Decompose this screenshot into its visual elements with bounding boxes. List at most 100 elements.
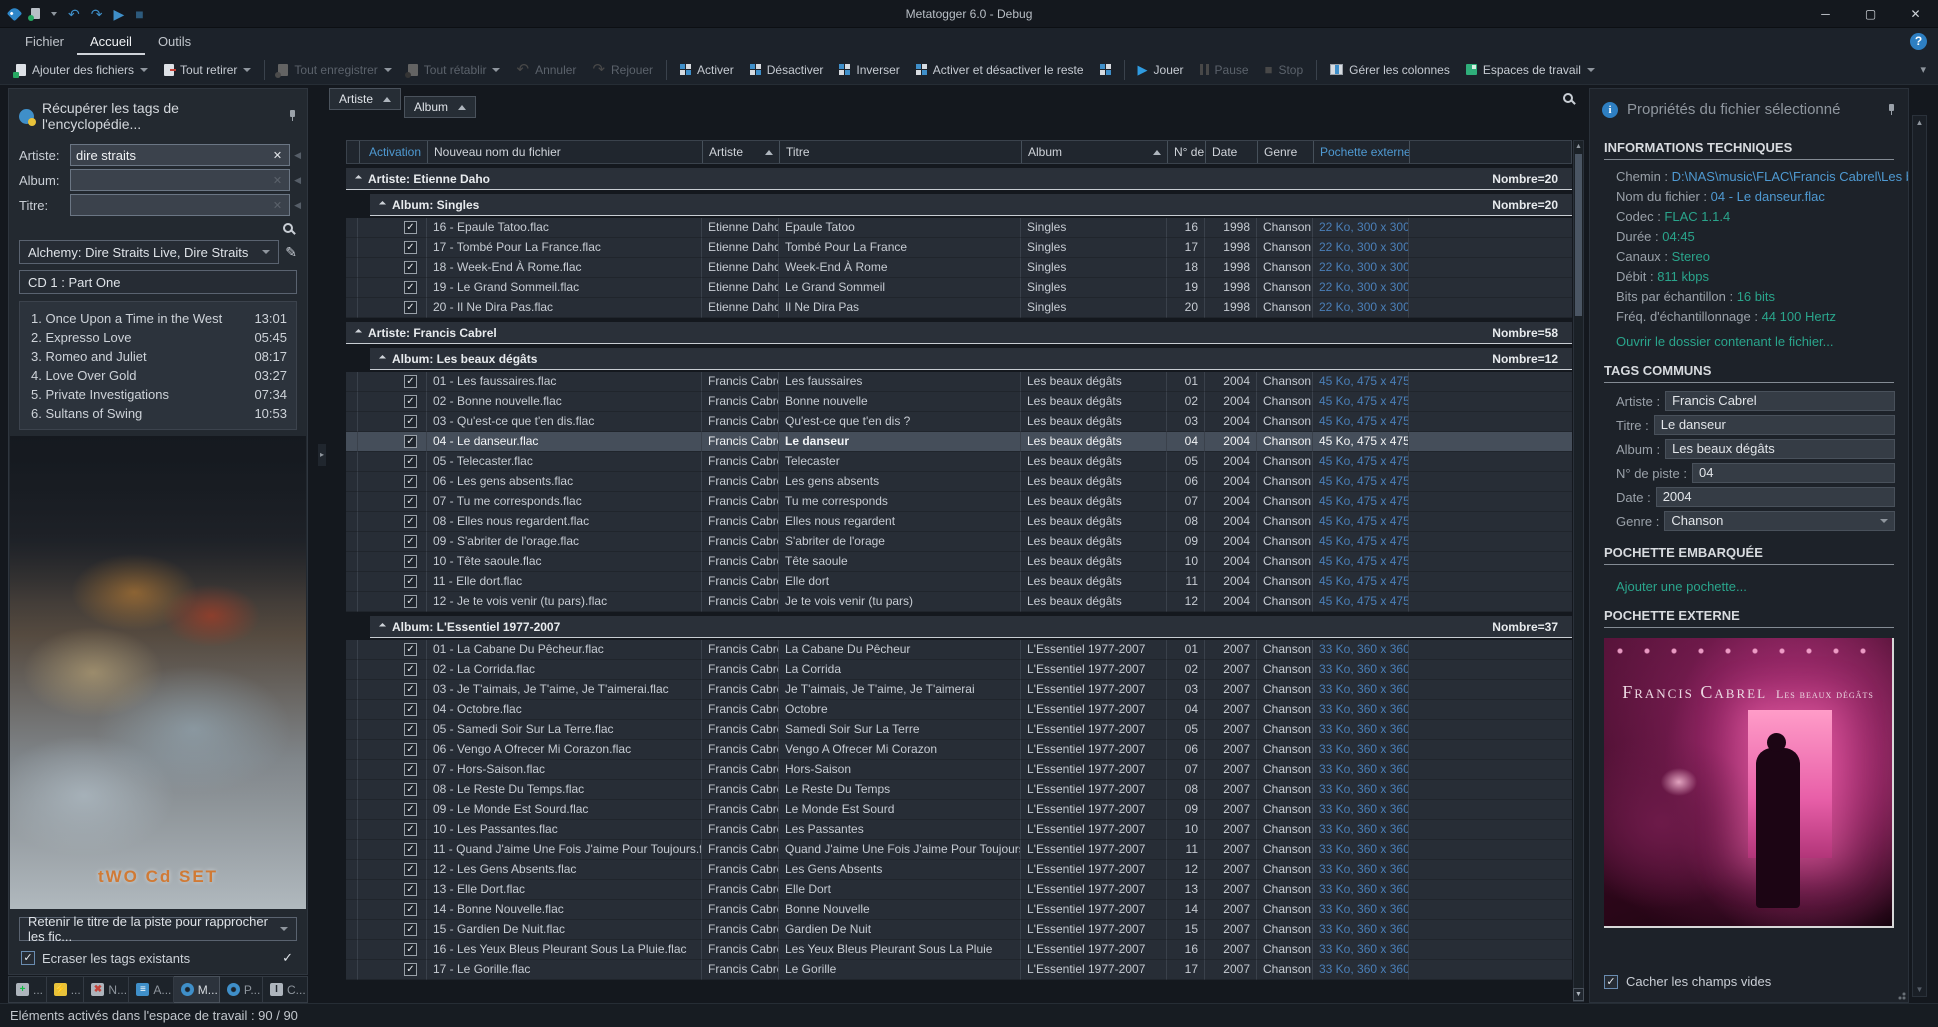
table-row[interactable]: ✓08 - Le Reste Du Temps.flacFrancis Cabr… — [346, 780, 1572, 800]
clear-field-icon[interactable]: ✕ — [271, 199, 284, 212]
collapse-field-icon[interactable]: ◀ — [290, 175, 303, 186]
table-row[interactable]: ✓09 - S'abriter de l'orage.flacFrancis C… — [346, 532, 1572, 552]
tool-tab-a[interactable]: ≡A... — [129, 976, 173, 1003]
scroll-up-icon[interactable]: ▲ — [1913, 118, 1926, 127]
toolbar-button-activer[interactable]: Activer — [672, 59, 742, 81]
tool-tab-[interactable]: ⚡... — [47, 976, 85, 1003]
pin-icon[interactable] — [1886, 104, 1896, 116]
row-checkbox[interactable]: ✓ — [404, 663, 417, 676]
titre-input[interactable]: Le danseur — [1654, 415, 1895, 435]
group-row-album-les-beaux-degats[interactable]: Album: Les beaux dégâtsNombre=12 — [370, 348, 1572, 370]
toolbar-button-gerer-les-colonnes[interactable]: Gérer les colonnes — [1322, 59, 1458, 81]
row-checkbox[interactable]: ✓ — [404, 963, 417, 976]
quick-stop-icon[interactable]: ■ — [135, 7, 143, 21]
quick-play-icon[interactable]: ▶ — [113, 7, 124, 21]
table-row[interactable]: ✓11 - Quand J'aime Une Fois J'aime Pour … — [346, 840, 1572, 860]
table-row[interactable]: ✓07 - Hors-Saison.flacFrancis CabrelHors… — [346, 760, 1572, 780]
row-checkbox[interactable]: ✓ — [404, 261, 417, 274]
row-checkbox[interactable]: ✓ — [404, 415, 417, 428]
scrollbar-thumb[interactable] — [1575, 154, 1582, 316]
row-checkbox[interactable]: ✓ — [404, 863, 417, 876]
table-row[interactable]: ✓02 - Bonne nouvelle.flacFrancis CabrelB… — [346, 392, 1572, 412]
edit-release-icon[interactable]: ✎ — [285, 244, 297, 261]
toolbar-button-espaces-de-travail[interactable]: Espaces de travail — [1458, 59, 1603, 81]
table-row[interactable]: ✓15 - Gardien De Nuit.flacFrancis Cabrel… — [346, 920, 1572, 940]
column-header-artiste[interactable]: Artiste — [703, 141, 780, 163]
panel-splitter-handle[interactable]: ▸ — [318, 444, 326, 466]
table-row[interactable]: ✓03 - Je T'aimais, Je T'aime, Je T'aimer… — [346, 680, 1572, 700]
row-checkbox[interactable]: ✓ — [404, 843, 417, 856]
track-item[interactable]: 6. Sultans of Swing10:53 — [31, 404, 287, 423]
table-row[interactable]: ✓01 - La Cabane Du Pêcheur.flacFrancis C… — [346, 640, 1572, 660]
table-row[interactable]: ✓09 - Le Monde Est Sourd.flacFrancis Cab… — [346, 800, 1572, 820]
group-row-album-singles[interactable]: Album: SinglesNombre=20 — [370, 194, 1572, 216]
column-header-activation[interactable]: Activation — [359, 141, 428, 163]
toolbar-grid-button[interactable] — [1092, 60, 1119, 79]
column-header-date[interactable]: Date — [1206, 141, 1258, 163]
collapse-field-icon[interactable]: ◀ — [290, 200, 303, 211]
track-item[interactable]: 4. Love Over Gold03:27 — [31, 366, 287, 385]
genre-input[interactable]: Chanson — [1664, 511, 1895, 531]
row-checkbox[interactable]: ✓ — [404, 823, 417, 836]
table-row[interactable]: ✓05 - Telecaster.flacFrancis CabrelTelec… — [346, 452, 1572, 472]
close-button[interactable]: ✕ — [1893, 0, 1938, 28]
toolbar-button-jouer[interactable]: Jouer — [1130, 59, 1192, 81]
table-row[interactable]: ✓13 - Elle Dort.flacFrancis CabrelElle D… — [346, 880, 1572, 900]
maximize-button[interactable]: ▢ — [1848, 0, 1893, 28]
table-row[interactable]: ✓12 - Les Gens Absents.flacFrancis Cabre… — [346, 860, 1572, 880]
table-row[interactable]: ✓16 - Epaule Tatoo.flacEtienne DahoEpaul… — [346, 218, 1572, 238]
tool-tab-m[interactable]: M... — [174, 976, 220, 1003]
row-checkbox[interactable]: ✓ — [404, 743, 417, 756]
menu-item-fichier[interactable]: Fichier — [12, 29, 77, 55]
apply-check-icon[interactable]: ✓ — [282, 950, 293, 966]
toolbar-button-ajouter-des-fichiers[interactable]: Ajouter des fichiers — [8, 59, 156, 81]
row-checkbox[interactable]: ✓ — [404, 883, 417, 896]
row-checkbox[interactable]: ✓ — [404, 301, 417, 314]
row-checkbox[interactable]: ✓ — [404, 475, 417, 488]
row-checkbox[interactable]: ✓ — [404, 803, 417, 816]
quick-save-icon[interactable] — [31, 8, 40, 19]
minimize-button[interactable]: ─ — [1803, 0, 1848, 28]
tool-tab-n[interactable]: ✖N... — [84, 976, 129, 1003]
collapse-ribbon-icon[interactable]: ▾ — [1920, 63, 1930, 76]
artiste-input[interactable]: Francis Cabrel — [1665, 391, 1895, 411]
table-row[interactable]: ✓19 - Le Grand Sommeil.flacEtienne DahoL… — [346, 278, 1572, 298]
row-checkbox[interactable]: ✓ — [404, 943, 417, 956]
artiste-input[interactable]: dire straits✕ — [70, 144, 290, 166]
table-row[interactable]: ✓02 - La Corrida.flacFrancis CabrelLa Co… — [346, 660, 1572, 680]
table-row[interactable]: ✓10 - Les Passantes.flacFrancis CabrelLe… — [346, 820, 1572, 840]
table-row[interactable]: ✓06 - Vengo A Ofrecer Mi Corazon.flacFra… — [346, 740, 1572, 760]
table-row[interactable]: ✓03 - Qu'est-ce que t'en dis.flacFrancis… — [346, 412, 1572, 432]
column-header-n-de-piste[interactable]: N° de piste — [1168, 141, 1206, 163]
resize-grip[interactable] — [1896, 990, 1906, 1000]
row-checkbox[interactable]: ✓ — [404, 395, 417, 408]
row-checkbox[interactable]: ✓ — [404, 763, 417, 776]
row-checkbox[interactable]: ✓ — [404, 515, 417, 528]
table-row[interactable]: ✓14 - Bonne Nouvelle.flacFrancis CabrelB… — [346, 900, 1572, 920]
column-header-titre[interactable]: Titre — [780, 141, 1022, 163]
tool-tab-p[interactable]: P... — [220, 976, 263, 1003]
properties-scrollbar[interactable]: ▲ ▼ — [1912, 115, 1927, 997]
row-checkbox[interactable]: ✓ — [404, 923, 417, 936]
track-item[interactable]: 3. Romeo and Juliet08:17 — [31, 347, 287, 366]
table-row[interactable]: ✓06 - Les gens absents.flacFrancis Cabre… — [346, 472, 1572, 492]
toolbar-button-activer-et-desactiver-le-reste[interactable]: Activer et désactiver le reste — [908, 59, 1092, 81]
table-row[interactable]: ✓07 - Tu me corresponds.flacFrancis Cabr… — [346, 492, 1572, 512]
scroll-down-icon[interactable]: ▼ — [1913, 985, 1926, 994]
table-row[interactable]: ✓04 - Octobre.flacFrancis CabrelOctobreL… — [346, 700, 1572, 720]
menu-item-outils[interactable]: Outils — [145, 29, 204, 55]
disc-header[interactable]: CD 1 : Part One — [19, 270, 297, 294]
collapse-field-icon[interactable]: ◀ — [290, 150, 303, 161]
row-checkbox[interactable]: ✓ — [404, 241, 417, 254]
date-input[interactable]: 2004 — [1656, 487, 1895, 507]
table-row[interactable]: ✓10 - Tête saoule.flacFrancis CabrelTête… — [346, 552, 1572, 572]
album-input[interactable]: Les beaux dégâts — [1665, 439, 1895, 459]
column-header-nouveau-nom-du-fichier[interactable]: Nouveau nom du fichier — [428, 141, 703, 163]
track-item[interactable]: 2. Expresso Love05:45 — [31, 328, 287, 347]
clear-field-icon[interactable]: ✕ — [271, 174, 284, 187]
table-scrollbar[interactable]: ▲ ▼ — [1573, 140, 1584, 1002]
track-item[interactable]: 5. Private Investigations07:34 — [31, 385, 287, 404]
group-row-artiste-francis-cabrel[interactable]: Artiste: Francis CabrelNombre=58 — [346, 322, 1572, 344]
row-checkbox[interactable]: ✓ — [404, 703, 417, 716]
tool-tab-c[interactable]: IC... — [263, 976, 308, 1003]
